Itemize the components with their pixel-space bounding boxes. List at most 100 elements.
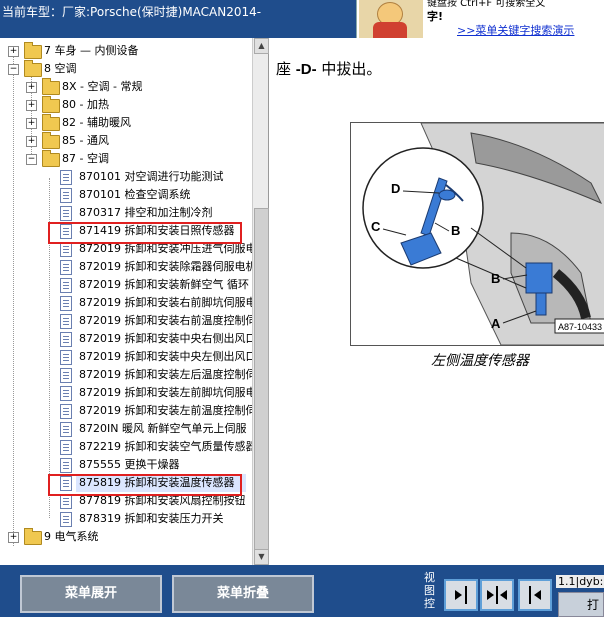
tree-item-7[interactable]: + 7 车身 — 内侧设备	[0, 42, 250, 60]
tree-doc-item[interactable]: 872019 拆卸和安装中央右侧出风口	[0, 330, 252, 348]
folder-open-icon	[24, 60, 42, 77]
tree-doc-item[interactable]: 872219 拆卸和安装空气质量传感器	[0, 438, 252, 456]
tree-item-82[interactable]: + 82 - 辅助暖风	[0, 114, 250, 132]
document-icon	[60, 512, 72, 527]
tree-item-label: 87 - 空调	[62, 152, 109, 165]
document-icon	[60, 368, 72, 383]
tree-item-80[interactable]: + 80 - 加热	[0, 96, 250, 114]
document-icon	[60, 332, 72, 347]
search-tip-text-2: 字!	[427, 10, 444, 23]
document-icon	[60, 440, 72, 455]
tree-doc-item[interactable]: 870317 排空和加注制冷剂	[0, 204, 250, 222]
instruction-text: 座 -D- 中拔出。	[276, 60, 382, 78]
document-icon	[60, 404, 72, 419]
search-tip-text: 键盘按 Ctrl+F 可搜索全文	[427, 0, 546, 9]
tree-item-label: 870101 检查空调系统	[79, 188, 191, 201]
folder-icon	[42, 96, 60, 113]
document-icon	[60, 170, 72, 185]
tree-item-label: 872019 拆卸和安装除霜器伺服电机	[79, 260, 252, 273]
document-icon	[60, 458, 72, 473]
tree-item-87[interactable]: − 87 - 空调	[0, 150, 250, 168]
tree-doc-item[interactable]: 872019 拆卸和安装除霜器伺服电机	[0, 258, 252, 276]
tree-item-label: 82 - 辅助暖风	[62, 116, 131, 129]
figure-label-b: B	[451, 223, 460, 238]
page-info: 1.1|dyb:	[556, 575, 604, 588]
tree-doc-item[interactable]: 878319 拆卸和安装压力开关	[0, 510, 250, 528]
document-icon	[60, 350, 72, 365]
expand-icon[interactable]: +	[8, 532, 19, 543]
tree-item-label: 878319 拆卸和安装压力开关	[79, 512, 224, 525]
document-icon	[60, 386, 72, 401]
tree-item-label: 872219 拆卸和安装空气质量传感器	[79, 440, 252, 453]
expand-icon[interactable]: +	[26, 100, 37, 111]
tree-item-label: 872019 拆卸和安装左前脚坑伺服电	[79, 386, 252, 399]
expand-icon[interactable]: +	[26, 82, 37, 93]
folder-icon	[24, 528, 42, 545]
tree-doc-item[interactable]: 872019 拆卸和安装左前温度控制伺	[0, 402, 252, 420]
tree-item-9[interactable]: + 9 电气系统	[0, 528, 250, 546]
figure-label-d: D	[391, 181, 400, 196]
tree-doc-item[interactable]: 872019 拆卸和安装右前脚坑伺服电	[0, 294, 252, 312]
tree-item-label: 872019 拆卸和安装右前脚坑伺服电	[79, 296, 252, 309]
document-icon	[60, 260, 72, 275]
expand-icon[interactable]: +	[26, 136, 37, 147]
tree-item-label: 872019 拆卸和安装左前温度控制伺	[79, 404, 252, 417]
document-icon	[60, 314, 72, 329]
scroll-thumb[interactable]	[254, 208, 269, 550]
tree-doc-item[interactable]: 872019 拆卸和安装新鲜空气 循环	[0, 276, 250, 294]
tree-item-label: 8720IN 暖风 新鲜空气单元上伺服	[79, 422, 247, 435]
document-icon	[60, 206, 72, 221]
tree-doc-item[interactable]: 872019 拆卸和安装左前脚坑伺服电	[0, 384, 252, 402]
print-button[interactable]: 打	[558, 592, 604, 617]
tree-item-label: 8X - 空调 - 常规	[62, 80, 143, 93]
tree-doc-item[interactable]: 870101 对空调进行功能测试	[0, 168, 250, 186]
collapse-icon[interactable]: −	[8, 64, 19, 75]
sensor-figure: D C B B A A87-10433	[350, 122, 604, 346]
view-right-pane-button[interactable]	[444, 579, 478, 611]
expand-icon[interactable]: +	[8, 46, 19, 57]
document-icon	[60, 242, 72, 257]
scroll-up-icon[interactable]: ▲	[254, 38, 269, 54]
tree-item-label: 872019 拆卸和安装中央左侧出风口	[79, 350, 252, 363]
tree-doc-item[interactable]: 872019 拆卸和安装中央左侧出风口	[0, 348, 252, 366]
tree-item-label: 870101 对空调进行功能测试	[79, 170, 224, 183]
expand-menu-button[interactable]: 菜单展开	[20, 575, 162, 613]
tree-doc-item[interactable]: 870101 检查空调系统	[0, 186, 250, 204]
current-car-label: 当前车型：厂家:Porsche(保时捷)MACAN2014-	[2, 5, 262, 19]
figure-code: A87-10433	[558, 322, 602, 332]
menu-tree: + 7 车身 — 内侧设备 − 8 空调 + 8X - 空调 - 常规 + 80…	[0, 42, 252, 562]
tree-doc-item[interactable]: 872019 拆卸和安装左后温度控制伺	[0, 366, 252, 384]
tree-item-8[interactable]: − 8 空调	[0, 60, 250, 78]
tree-doc-item[interactable]: 872019 拆卸和安装右前温度控制伺	[0, 312, 252, 330]
split-icon	[487, 586, 507, 604]
collapse-icon[interactable]: −	[26, 154, 37, 165]
tree-doc-item[interactable]: 8720IN 暖风 新鲜空气单元上伺服	[0, 420, 250, 438]
mascot-icon	[359, 0, 423, 38]
tree-item-8x[interactable]: + 8X - 空调 - 常规	[0, 78, 250, 96]
view-split-button[interactable]	[480, 579, 514, 611]
view-left-pane-button[interactable]	[518, 579, 552, 611]
figure-caption: 左侧温度传感器	[431, 353, 529, 369]
view-control-label: 视图控	[424, 571, 435, 610]
tree-item-label: 8 空调	[44, 62, 77, 75]
tree-item-85[interactable]: + 85 - 通风	[0, 132, 250, 150]
document-icon	[60, 278, 72, 293]
document-icon	[60, 422, 72, 437]
tree-scrollbar[interactable]: ▲ ▼	[252, 38, 269, 565]
tree-item-label: 875555 更换干燥器	[79, 458, 180, 471]
bottom-toolbar: 菜单展开 菜单折叠 视图控 1.1|dyb: 打	[0, 565, 604, 617]
scroll-down-icon[interactable]: ▼	[254, 549, 269, 565]
highlight-box	[48, 474, 242, 496]
figure-label-a: A	[491, 316, 501, 331]
highlight-box	[48, 222, 242, 244]
content-panel: 座 -D- 中拔出。 D C B B A A87-10433 左侧温度传感器	[276, 38, 604, 565]
search-tip-banner[interactable]: 键盘按 Ctrl+F 可搜索全文 字! >>菜单关键字搜索演示	[356, 0, 604, 38]
tree-item-label: 872019 拆卸和安装左后温度控制伺	[79, 368, 252, 381]
keyword-search-demo-link[interactable]: >>菜单关键字搜索演示	[457, 22, 574, 38]
tree-doc-item[interactable]: 875555 更换干燥器	[0, 456, 250, 474]
tree-item-label: 870317 排空和加注制冷剂	[79, 206, 213, 219]
collapse-menu-button[interactable]: 菜单折叠	[172, 575, 314, 613]
expand-icon[interactable]: +	[26, 118, 37, 129]
arrow-left-icon	[529, 586, 541, 604]
document-icon	[60, 494, 72, 509]
